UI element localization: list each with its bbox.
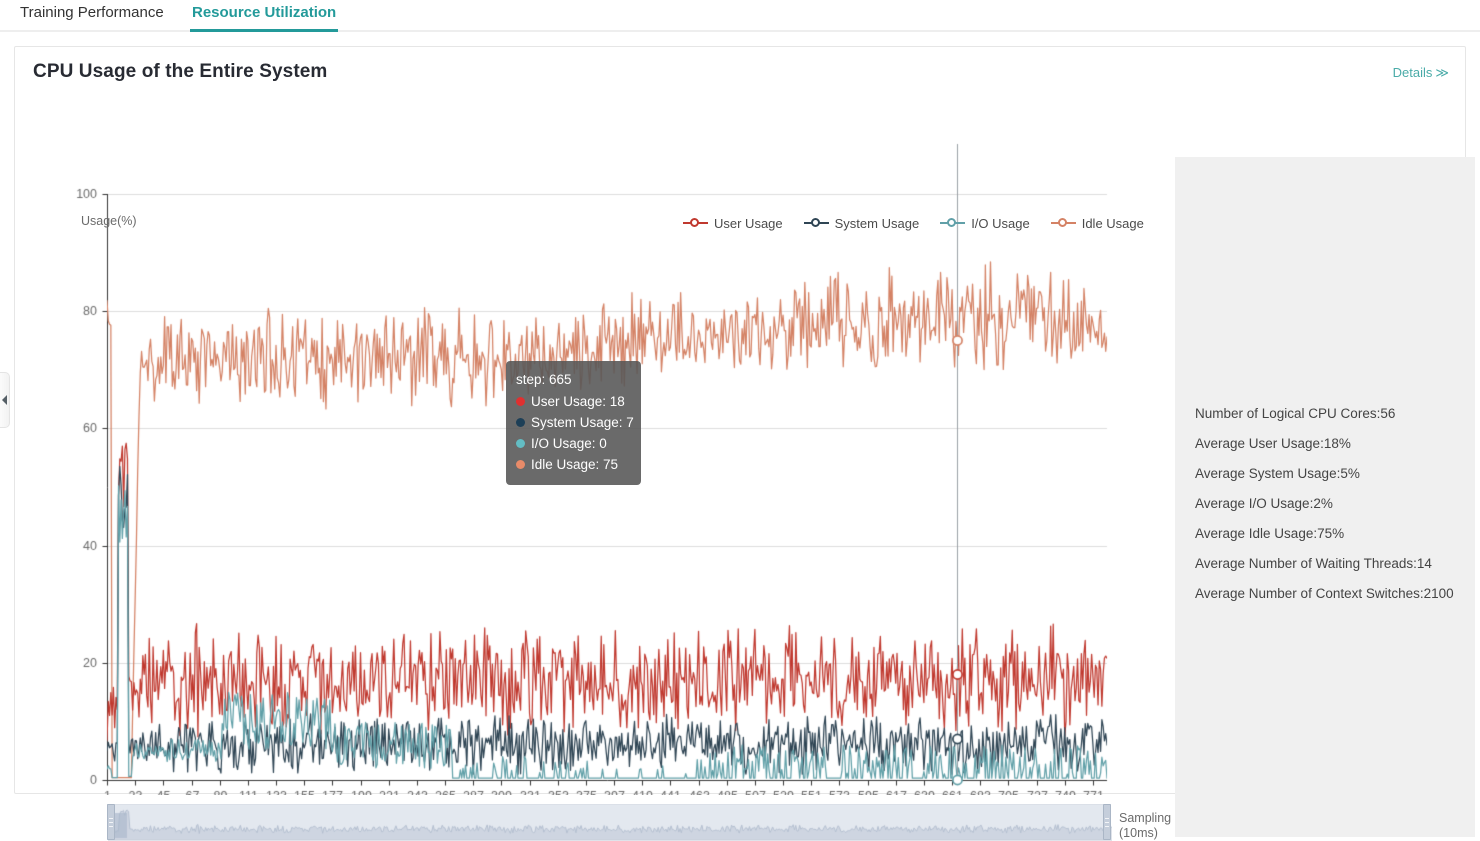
chart-datazoom-slider[interactable] — [107, 804, 1111, 840]
legend-label: System Usage — [835, 216, 920, 231]
details-label: Details — [1393, 65, 1433, 80]
tab-label: Resource Utilization — [192, 4, 336, 21]
y-axis-label: Usage(%) — [81, 214, 137, 228]
legend-item-user-usage[interactable]: User Usage — [683, 216, 783, 231]
legend-marker-icon — [804, 217, 829, 229]
chevron-double-right-icon: ≫ — [1435, 65, 1449, 80]
cpu-summary-panel: Number of Logical CPU Cores:56 Average U… — [1175, 157, 1475, 837]
legend-label: I/O Usage — [971, 216, 1030, 231]
chart-legend: User Usage System Usage I/O Usage Idle U… — [683, 214, 1144, 232]
legend-marker-icon — [1051, 217, 1076, 229]
legend-label: Idle Usage — [1082, 216, 1144, 231]
sidebar-collapse-handle[interactable] — [0, 372, 10, 428]
summary-row-avg-waiting-threads: Average Number of Waiting Threads:14 — [1195, 549, 1467, 579]
tab-resource-utilization[interactable]: Resource Utilization — [190, 0, 338, 30]
datazoom-selected-range[interactable] — [108, 805, 1110, 839]
legend-item-system-usage[interactable]: System Usage — [804, 216, 920, 231]
tab-active-indicator — [190, 29, 338, 32]
legend-label: User Usage — [714, 216, 783, 231]
chart-plot-canvas[interactable] — [15, 97, 1165, 795]
tab-bar: Training Performance Resource Utilizatio… — [0, 0, 1480, 32]
cpu-summary-list: Number of Logical CPU Cores:56 Average U… — [1195, 399, 1467, 609]
legend-marker-icon — [683, 217, 708, 229]
datazoom-handle-right[interactable] — [1103, 804, 1111, 840]
legend-marker-icon — [940, 217, 965, 229]
details-link[interactable]: Details≫ — [1393, 65, 1449, 81]
datazoom-handle-left[interactable] — [107, 804, 115, 840]
page-title: CPU Usage of the Entire System — [33, 61, 327, 83]
caret-left-icon — [2, 395, 7, 405]
tab-label: Training Performance — [20, 4, 164, 21]
summary-row-avg-io-usage: Average I/O Usage:2% — [1195, 489, 1467, 519]
legend-item-idle-usage[interactable]: Idle Usage — [1051, 216, 1144, 231]
summary-row-avg-context-switches: Average Number of Context Switches:2100 — [1195, 579, 1467, 609]
cpu-usage-card: CPU Usage of the Entire System Details≫ … — [14, 46, 1466, 794]
summary-row-avg-system-usage: Average System Usage:5% — [1195, 459, 1467, 489]
tab-training-performance[interactable]: Training Performance — [18, 0, 166, 30]
summary-row-logical-cores: Number of Logical CPU Cores:56 — [1195, 399, 1467, 429]
legend-item-io-usage[interactable]: I/O Usage — [940, 216, 1030, 231]
summary-row-avg-user-usage: Average User Usage:18% — [1195, 429, 1467, 459]
cpu-usage-chart[interactable]: Usage(%) Sampling(10ms) User Usage Syste… — [15, 97, 1165, 795]
summary-row-avg-idle-usage: Average Idle Usage:75% — [1195, 519, 1467, 549]
